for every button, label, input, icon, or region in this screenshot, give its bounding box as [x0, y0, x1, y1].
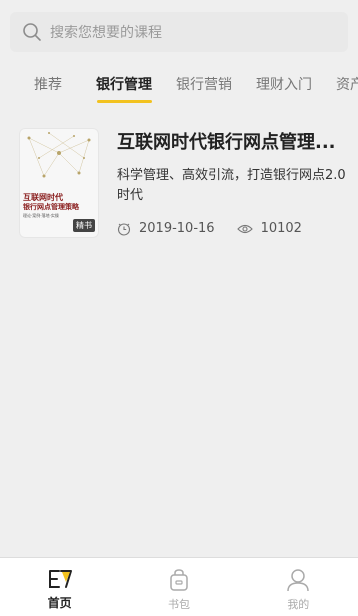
search-bar[interactable]: 搜索您想要的课程 [10, 12, 348, 52]
cover-subtitle: 理论·案例·落地·实操 [23, 213, 59, 218]
course-date: 2019-10-16 [139, 221, 215, 236]
active-tab-indicator [97, 100, 152, 103]
search-input[interactable]: 搜索您想要的课程 [50, 22, 162, 42]
course-card[interactable]: 互联网时代 银行网点管理策略 理论·案例·落地·实操 精书 互联网时代银行网点管… [0, 118, 358, 238]
bag-icon [170, 569, 188, 591]
tab-bank-marketing[interactable]: 银行营销 [176, 74, 232, 94]
profile-icon [287, 569, 310, 592]
bottom-nav: 首页 书包 我的 [0, 557, 358, 616]
nav-profile[interactable]: 我的 [239, 558, 358, 616]
nav-home-label: 首页 [47, 596, 72, 610]
course-title[interactable]: 互联网时代银行网点管理... [117, 128, 347, 154]
tab-assets[interactable]: 资产 [336, 74, 358, 94]
nav-bag-label: 书包 [167, 598, 190, 611]
tab-finance-intro[interactable]: 理财入门 [256, 74, 312, 94]
cover-title-line2: 银行网点管理策略 [23, 202, 79, 211]
course-meta: 2019-10-16 10102 [117, 221, 302, 236]
tab-recommend[interactable]: 推荐 [34, 74, 62, 94]
eye-icon [236, 224, 253, 233]
view-count: 10102 [236, 221, 302, 236]
tab-bank-management[interactable]: 银行管理 [96, 74, 152, 94]
view-count-value: 10102 [260, 221, 302, 236]
course-description: 科学管理、高效引流，打造银行网点2.0时代 [117, 168, 346, 203]
nav-bag[interactable]: 书包 [119, 558, 238, 616]
course-cover[interactable]: 互联网时代 银行网点管理策略 理论·案例·落地·实操 精书 [19, 128, 99, 238]
nav-profile-label: 我的 [287, 598, 310, 611]
home-icon [48, 570, 72, 588]
cover-badge: 精书 [73, 219, 95, 232]
clock-icon [117, 222, 131, 236]
nav-home[interactable]: 首页 [0, 558, 119, 616]
search-icon [23, 23, 41, 41]
network-graphic-icon [27, 132, 91, 178]
category-tabs: 推荐 银行管理 银行营销 理财入门 资产 [0, 62, 358, 108]
